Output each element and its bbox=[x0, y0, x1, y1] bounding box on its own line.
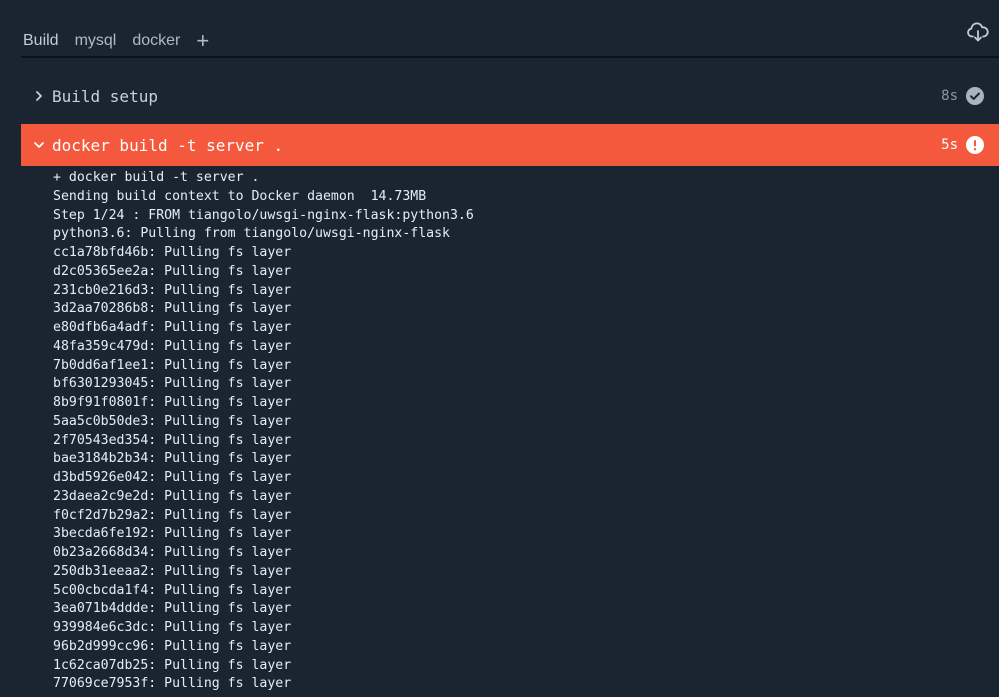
log-line: bf6301293045: Pulling fs layer bbox=[53, 376, 292, 392]
log-line: 7b0dd6af1ee1: Pulling fs layer bbox=[53, 357, 292, 373]
step-label: Build setup bbox=[52, 86, 158, 106]
log-line: 5c00cbcda1f4: Pulling fs layer bbox=[53, 582, 292, 598]
log-line: Step 1/24 : FROM tiangolo/uwsgi-nginx-fl… bbox=[53, 207, 474, 223]
cloud-download-icon[interactable] bbox=[966, 20, 990, 44]
log-line: 0b23a2668d34: Pulling fs layer bbox=[53, 545, 292, 560]
log-line: 77069ce7953f: Pulling fs layer bbox=[53, 676, 292, 692]
log-line: 3ea071b4ddde: Pulling fs layer bbox=[53, 601, 292, 617]
build-log: + docker build -t server . Sending build … bbox=[53, 169, 474, 694]
log-line: 1c62ca07db25: Pulling fs layer bbox=[53, 657, 292, 673]
log-line: + docker build -t server . bbox=[53, 170, 260, 185]
exclamation-circle-icon bbox=[966, 136, 984, 154]
step-label: docker build -t server . bbox=[52, 135, 284, 155]
log-line: 939984e6c3dc: Pulling fs layer bbox=[53, 620, 292, 635]
tab-docker[interactable]: docker bbox=[132, 28, 180, 54]
check-circle-icon bbox=[966, 87, 984, 105]
step-docker-build[interactable]: docker build -t server . 5s bbox=[21, 124, 999, 166]
log-line: 2f70543ed354: Pulling fs layer bbox=[53, 432, 292, 448]
log-line: 250db31eeaa2: Pulling fs layer bbox=[53, 563, 292, 579]
step-duration: 8s bbox=[941, 88, 958, 104]
log-line: 3d2aa70286b8: Pulling fs layer bbox=[53, 301, 292, 317]
log-line: d3bd5926e042: Pulling fs layer bbox=[53, 470, 292, 485]
log-line: 3becda6fe192: Pulling fs layer bbox=[53, 526, 292, 542]
step-build-setup[interactable]: Build setup 8s bbox=[21, 75, 999, 117]
log-line: bae3184b2b34: Pulling fs layer bbox=[53, 451, 292, 467]
log-line: 5aa5c0b50de3: Pulling fs layer bbox=[53, 413, 292, 429]
log-line: d2c05365ee2a: Pulling fs layer bbox=[53, 263, 292, 279]
log-line: 231cb0e216d3: Pulling fs layer bbox=[53, 282, 292, 298]
log-line: 96b2d999cc96: Pulling fs layer bbox=[53, 638, 292, 654]
pipeline-tabs: Build mysql docker + bbox=[23, 28, 209, 54]
log-line: python3.6: Pulling from tiangolo/uwsgi-n… bbox=[53, 226, 450, 242]
log-line: cc1a78bfd46b: Pulling fs layer bbox=[53, 245, 292, 260]
chevron-right-icon bbox=[33, 90, 45, 102]
chevron-down-icon bbox=[33, 139, 45, 151]
tab-mysql[interactable]: mysql bbox=[75, 28, 117, 54]
log-line: f0cf2d7b29a2: Pulling fs layer bbox=[53, 507, 292, 523]
tabs-divider bbox=[21, 56, 999, 58]
step-duration: 5s bbox=[941, 137, 958, 153]
add-tab-button[interactable]: + bbox=[196, 28, 209, 54]
log-line: 8b9f91f0801f: Pulling fs layer bbox=[53, 395, 292, 410]
log-line: e80dfb6a4adf: Pulling fs layer bbox=[53, 320, 292, 335]
log-line: Sending build context to Docker daemon 1… bbox=[53, 188, 427, 204]
tab-build[interactable]: Build bbox=[23, 28, 59, 54]
log-line: 23daea2c9e2d: Pulling fs layer bbox=[53, 488, 292, 504]
log-line: 48fa359c479d: Pulling fs layer bbox=[53, 338, 292, 354]
